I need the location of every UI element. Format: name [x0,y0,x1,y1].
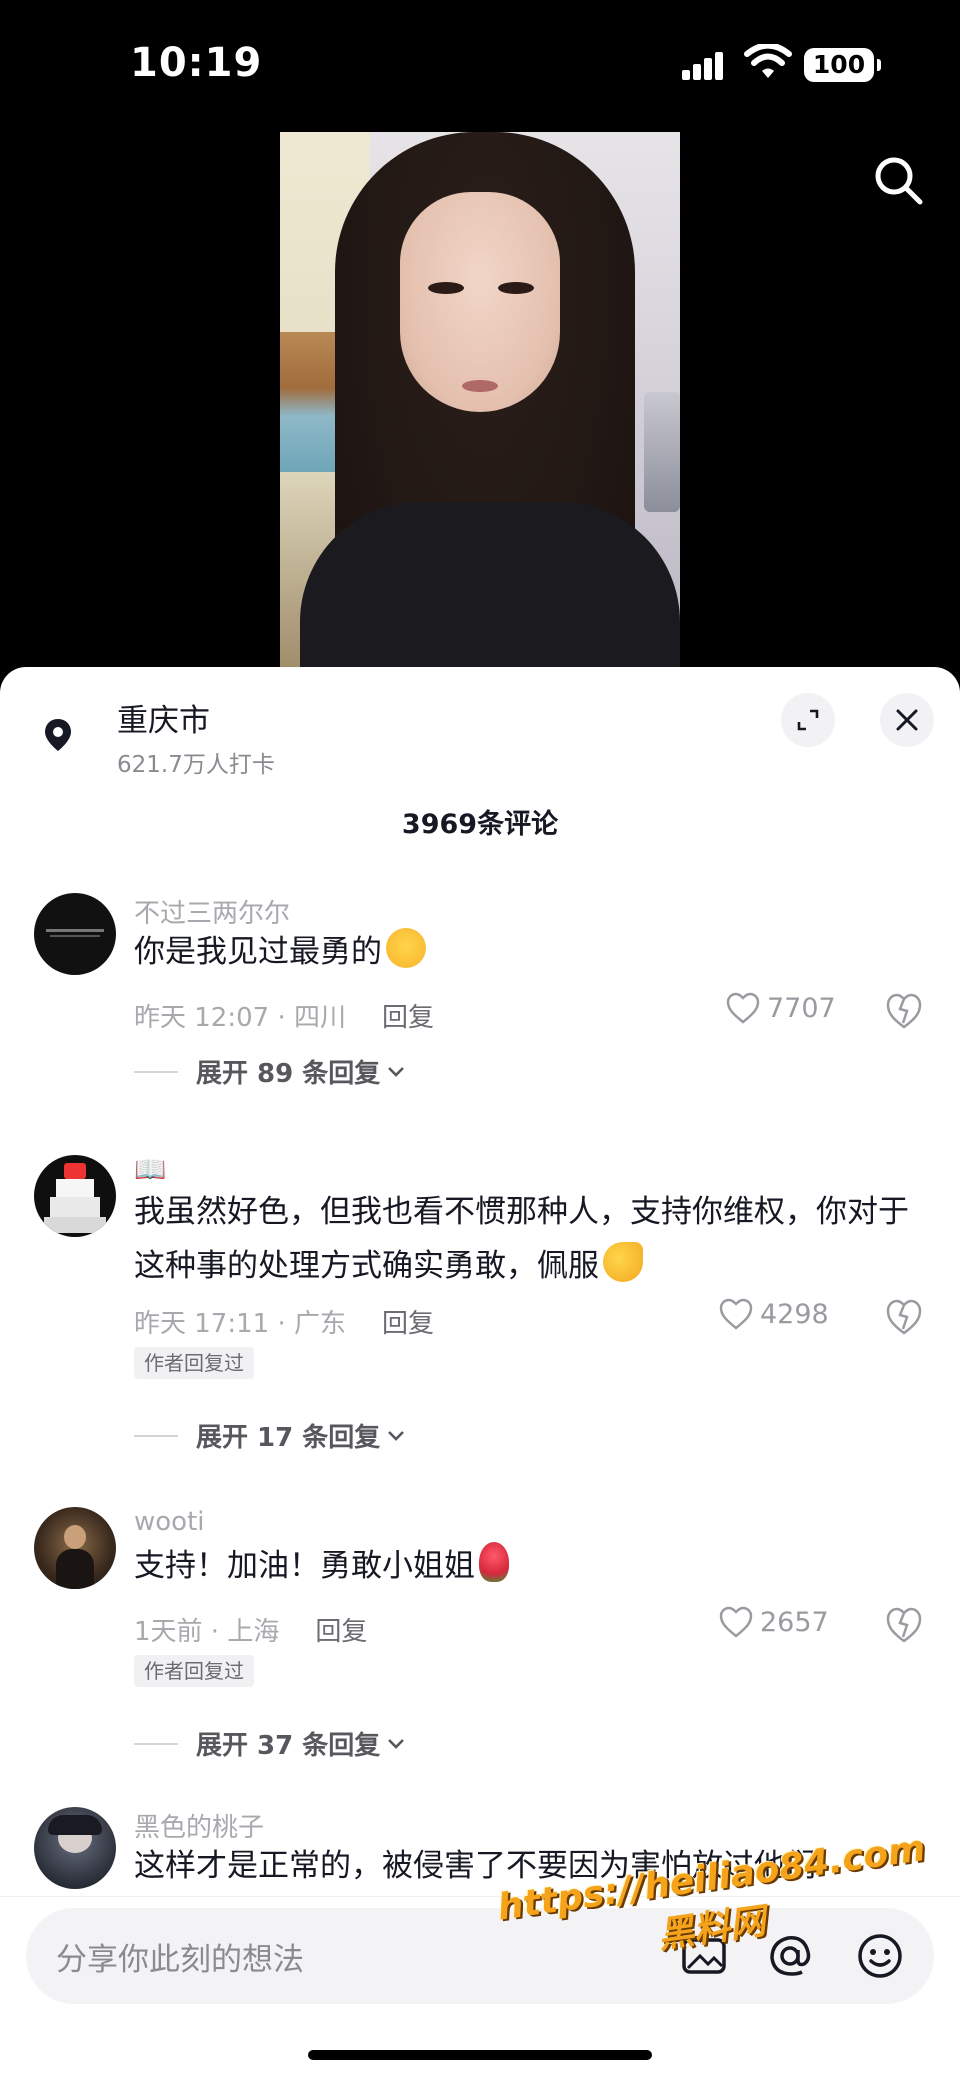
author-replied-badge: 作者回复过 [134,1655,254,1687]
comment-text[interactable]: 你是我见过最勇的 [134,925,924,979]
comment-input-placeholder: 分享你此刻的想法 [56,1942,304,1978]
comment-username[interactable]: 📖 [134,1155,166,1185]
dislike-icon[interactable] [884,1605,924,1645]
expand-replies-button[interactable]: 展开 37 条回复 [134,1725,406,1762]
heart-icon [719,1298,753,1330]
comment-text[interactable]: 支持！加油！勇敢小姐姐 [134,1539,924,1593]
heart-icon [719,1606,753,1638]
comment-meta: 1天前 · 上海 回复 [134,1617,368,1647]
expand-replies-button[interactable]: 展开 89 条回复 [134,1053,406,1090]
comment-text[interactable]: 我虽然好色，但我也看不惯那种人，支持你维权，你对于这种事的处理方式确实勇敢，佩服 [134,1185,924,1293]
video-player[interactable] [280,132,680,670]
battery-icon: 100 [804,48,881,82]
like-count: 4298 [760,1298,829,1330]
reply-button[interactable]: 回复 [315,1617,367,1647]
flexed-biceps-emoji-icon [603,1242,643,1282]
location-name[interactable]: 重庆市 [117,695,210,740]
avatar[interactable] [34,1155,116,1237]
comment-meta: 昨天 17:11 · 广东 回复 [134,1309,435,1339]
like-count: 7707 [767,992,836,1024]
chevron-down-icon [388,1430,405,1441]
comments-count-title: 3969条评论 [401,809,559,840]
search-icon[interactable] [870,152,926,208]
heart-icon [726,992,760,1024]
dislike-icon[interactable] [884,991,924,1031]
author-replied-badge: 作者回复过 [134,1347,254,1379]
status-time: 10:19 [130,40,263,86]
avatar[interactable] [34,1807,116,1889]
comment-username[interactable]: wooti [134,1507,205,1537]
dislike-icon[interactable] [884,1297,924,1337]
like-count: 2657 [760,1606,829,1638]
cellular-signal-icon [682,50,732,80]
like-button[interactable]: 7707 [725,991,836,1025]
location-checkins: 621.7万人打卡 [117,752,275,778]
person-face [400,192,560,412]
reply-button[interactable]: 回复 [382,1309,434,1339]
rose-emoji-icon [479,1542,509,1582]
expand-button[interactable] [781,693,835,747]
location-pin-icon [45,719,71,751]
wifi-icon [744,44,792,78]
crying-laughing-emoji-icon [386,928,426,968]
expand-icon [797,709,819,731]
avatar[interactable] [34,1507,116,1589]
close-icon [896,709,918,731]
chevron-down-icon [388,1738,405,1749]
like-button[interactable]: 2657 [718,1605,829,1639]
home-indicator[interactable] [308,2050,652,2060]
avatar[interactable] [34,893,116,975]
expand-replies-button[interactable]: 展开 17 条回复 [134,1417,406,1454]
status-bar: 10:19 100 [0,0,960,130]
reply-button[interactable]: 回复 [382,1003,434,1033]
like-button[interactable]: 4298 [718,1297,829,1331]
comment-meta: 昨天 12:07 · 四川 回复 [134,1003,435,1033]
chevron-down-icon [388,1066,405,1077]
close-button[interactable] [880,693,934,747]
person-shirt [300,502,680,670]
